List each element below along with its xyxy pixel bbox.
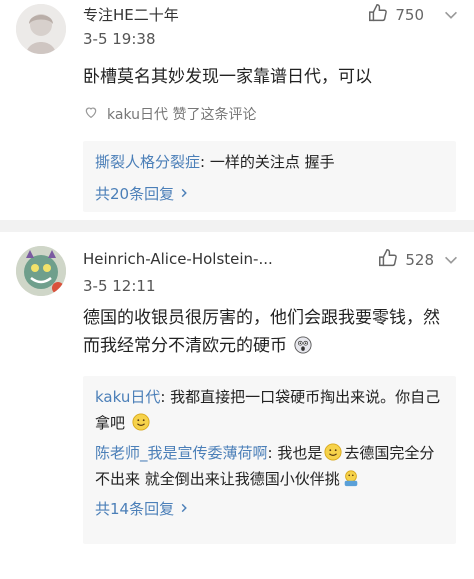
pointing-emoji-icon bbox=[342, 469, 360, 487]
timestamp: 3-5 19:38 bbox=[83, 30, 156, 48]
reply-box: 撕裂人格分裂症: 一样的关注点 握手 共20条回复 bbox=[83, 141, 456, 212]
reply-text: : 一样的关注点 握手 bbox=[200, 153, 335, 171]
comment-item: 专注HE二十年 3-5 19:38 750 卧槽莫名其妙发现一家靠谱日代，可以 … bbox=[0, 0, 474, 220]
reply-box: kaku日代: 我都直接把一口袋硬币掏出来说。你自己拿吧 陈老师_我是宣传委薄荷… bbox=[83, 376, 456, 544]
reply-text: : 我也是 bbox=[267, 444, 323, 462]
chevron-down-icon[interactable] bbox=[442, 6, 460, 28]
avatar[interactable] bbox=[16, 246, 66, 296]
like-count: 528 bbox=[405, 251, 434, 269]
reply-item[interactable]: kaku日代: 我都直接把一口袋硬币掏出来说。你自己拿吧 bbox=[83, 376, 456, 436]
more-replies-link[interactable]: 共20条回复 bbox=[83, 183, 456, 204]
timestamp: 3-5 12:11 bbox=[83, 277, 156, 295]
more-replies-label: 共20条回复 bbox=[95, 185, 175, 203]
reply-username[interactable]: 撕裂人格分裂症 bbox=[95, 153, 200, 171]
like-button[interactable]: 528 bbox=[377, 247, 434, 273]
reply-username[interactable]: kaku日代 bbox=[95, 388, 160, 406]
like-count: 750 bbox=[395, 6, 424, 24]
heart-icon bbox=[83, 104, 99, 124]
reply-item[interactable]: 撕裂人格分裂症: 一样的关注点 握手 bbox=[83, 141, 456, 175]
reply-username[interactable]: 陈老师_我是宣传委薄荷啊 bbox=[95, 444, 268, 462]
avatar[interactable] bbox=[16, 4, 66, 54]
comment-item: Heinrich-Alice-Holstein-... 3-5 12:11 52… bbox=[0, 232, 474, 579]
thumb-up-icon bbox=[377, 247, 399, 273]
smile-face-icon bbox=[132, 413, 150, 431]
chevron-down-icon[interactable] bbox=[442, 251, 460, 273]
chevron-right-icon bbox=[178, 500, 190, 518]
smile-face-icon bbox=[324, 443, 342, 461]
comment-text: 卧槽莫名其妙发现一家靠谱日代，可以 bbox=[83, 67, 372, 87]
comment-text: 德国的收银员很厉害的，他们会跟我要零钱，然而我经常分不清欧元的硬币 bbox=[83, 304, 452, 360]
username[interactable]: 专注HE二十年 bbox=[83, 4, 179, 25]
username[interactable]: Heinrich-Alice-Holstein-... bbox=[83, 250, 273, 268]
author-like-note: kaku日代 赞了这条评论 bbox=[83, 104, 256, 124]
author-like-text: kaku日代 赞了这条评论 bbox=[107, 107, 257, 123]
thumb-up-icon bbox=[367, 2, 389, 28]
like-button[interactable]: 750 bbox=[367, 2, 424, 28]
section-divider bbox=[0, 220, 474, 232]
shocked-face-icon bbox=[294, 335, 312, 354]
more-replies-link[interactable]: 共14条回复 bbox=[83, 498, 456, 519]
reply-item[interactable]: 陈老师_我是宣传委薄荷啊: 我也是 去德国完全分不出来 就全倒出来让我德国小伙伴… bbox=[83, 436, 456, 492]
comment-text-content: 德国的收银员很厉害的，他们会跟我要零钱，然而我经常分不清欧元的硬币 bbox=[83, 308, 440, 356]
more-replies-label: 共14条回复 bbox=[95, 500, 175, 518]
chevron-right-icon bbox=[178, 185, 190, 203]
